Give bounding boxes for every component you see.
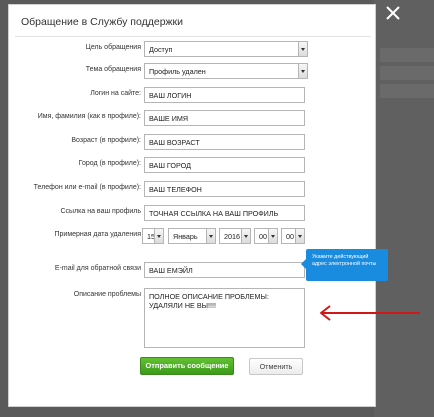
- profile-link-label: Ссылка на ваш профиль: [60, 208, 142, 215]
- row-phone: Телефон или e-mail (в профиле): ВАШ ТЕЛЕ…: [9, 181, 377, 197]
- purpose-value: Доступ: [149, 45, 173, 54]
- row-profile-link: Ссылка на ваш профиль ТОЧНАЯ ССЫЛКА НА В…: [9, 205, 377, 221]
- row-purpose: Цель обращения Доступ: [9, 41, 377, 57]
- row-login: Логин на сайте: ВАШ ЛОГИН: [9, 87, 377, 103]
- chevron-down-icon: [206, 229, 215, 243]
- city-input[interactable]: ВАШ ГОРОД: [144, 157, 305, 173]
- delete-date-label: Примерная дата удаления: [54, 231, 141, 238]
- phone-input[interactable]: ВАШ ТЕЛЕФОН: [144, 181, 305, 197]
- hour-value: 00: [259, 232, 267, 241]
- row-city: Город (в профиле): ВАШ ГОРОД: [9, 157, 377, 173]
- name-label: Имя, фамилия (как в профиле):: [37, 113, 141, 120]
- email-input[interactable]: ВАШ ЕМЭЙЛ: [144, 262, 305, 278]
- background-sidebar: [374, 0, 434, 417]
- year-value: 2016: [224, 232, 240, 241]
- login-input[interactable]: ВАШ ЛОГИН: [144, 87, 305, 103]
- email-hint-tooltip: Укажите действующий адрес электронной по…: [301, 249, 388, 281]
- month-value: Январь: [173, 232, 198, 241]
- chevron-down-icon: [268, 229, 277, 243]
- row-topic: Тема обращения Профиль удален: [9, 63, 377, 79]
- send-message-button[interactable]: Отправить сообщение: [140, 357, 234, 375]
- purpose-select[interactable]: Доступ: [144, 41, 308, 57]
- chevron-down-icon: [295, 229, 304, 243]
- topic-value: Профиль удален: [149, 67, 206, 76]
- purpose-label: Цель обращения: [85, 44, 141, 51]
- topic-label: Тема обращения: [85, 66, 141, 73]
- hour-select[interactable]: 00: [254, 228, 278, 244]
- minute-value: 00: [286, 232, 294, 241]
- support-dialog: Обращение в Службу поддержки Цель обраще…: [8, 4, 376, 407]
- age-input[interactable]: ВАШ ВОЗРАСТ: [144, 134, 305, 150]
- name-input[interactable]: ВАШЕ ИМЯ: [144, 110, 305, 126]
- background-row: [380, 66, 434, 80]
- chevron-down-icon: [298, 42, 307, 56]
- title-divider: [15, 36, 371, 37]
- email-label: E-mail для обратной связи: [54, 265, 141, 272]
- cancel-button[interactable]: Отменить: [249, 358, 303, 375]
- background-row: [380, 48, 434, 62]
- phone-label: Телефон или e-mail (в профиле):: [33, 184, 141, 191]
- row-delete-date: Примерная дата удаления 15 Январь 2016 0…: [9, 228, 377, 244]
- chevron-down-icon: [154, 229, 163, 243]
- month-select[interactable]: Январь: [168, 228, 216, 244]
- city-label: Город (в профиле):: [78, 160, 141, 167]
- row-age: Возраст (в профиле): ВАШ ВОЗРАСТ: [9, 134, 377, 150]
- description-label: Описание проблемы: [73, 291, 141, 298]
- description-textarea[interactable]: ПОЛНОЕ ОПИСАНИЕ ПРОБЛЕМЫ: УДАЛЯЛИ НЕ ВЫ!…: [144, 288, 305, 348]
- row-name: Имя, фамилия (как в профиле): ВАШЕ ИМЯ: [9, 110, 377, 126]
- close-icon[interactable]: [384, 4, 402, 22]
- year-select[interactable]: 2016: [219, 228, 251, 244]
- red-arrow-icon: [318, 303, 422, 323]
- minute-select[interactable]: 00: [281, 228, 305, 244]
- chevron-down-icon: [241, 229, 250, 243]
- login-label: Логин на сайте:: [90, 90, 141, 97]
- profile-link-input[interactable]: ТОЧНАЯ ССЫЛКА НА ВАШ ПРОФИЛЬ: [144, 205, 305, 221]
- day-select[interactable]: 15: [142, 228, 164, 244]
- age-label: Возраст (в профиле):: [71, 137, 141, 144]
- chevron-down-icon: [298, 64, 307, 78]
- dialog-title: Обращение в Службу поддержки: [21, 16, 184, 28]
- topic-select[interactable]: Профиль удален: [144, 63, 308, 79]
- background-row: [380, 84, 434, 98]
